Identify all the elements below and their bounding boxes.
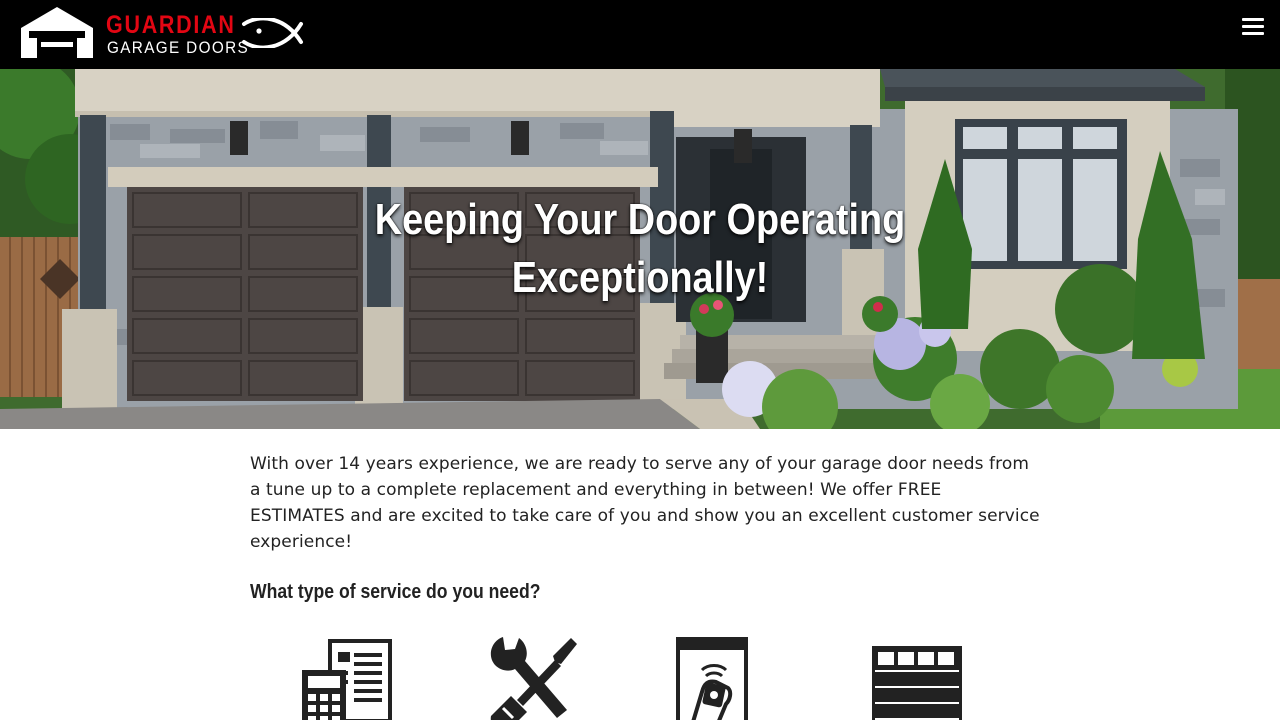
estimate-calculator-icon — [302, 639, 392, 720]
service-question-heading: What type of service do you need? — [250, 581, 541, 603]
service-option-estimate[interactable] — [300, 632, 394, 720]
hero-banner: Keeping Your Door Operating Exceptionall… — [0, 69, 1280, 429]
garage-logo-icon[interactable] — [19, 6, 95, 59]
site-header: GUARDIAN GARAGE DOORS — [0, 0, 1280, 69]
garage-door-icon — [872, 646, 962, 720]
service-option-repair[interactable] — [485, 632, 581, 720]
intro-paragraph: With over 14 years experience, we are re… — [250, 454, 1040, 552]
remote-opener-icon — [676, 637, 748, 720]
ichthys-fish-icon — [242, 18, 303, 48]
hero-title-line-1: Keeping Your Door Operating — [374, 195, 906, 244]
service-option-openers[interactable] — [672, 632, 752, 720]
brand-tagline[interactable]: GARAGE DOORS — [107, 38, 249, 58]
hamburger-menu-icon[interactable] — [1242, 18, 1264, 40]
wrench-screwdriver-icon — [490, 637, 577, 720]
service-option-garage-doors[interactable] — [869, 632, 965, 720]
brand-name[interactable]: GUARDIAN — [106, 11, 236, 39]
hero-title-line-2: Exceptionally! — [511, 253, 769, 302]
hero-title: Keeping Your Door Operating Exceptionall… — [296, 191, 984, 307]
